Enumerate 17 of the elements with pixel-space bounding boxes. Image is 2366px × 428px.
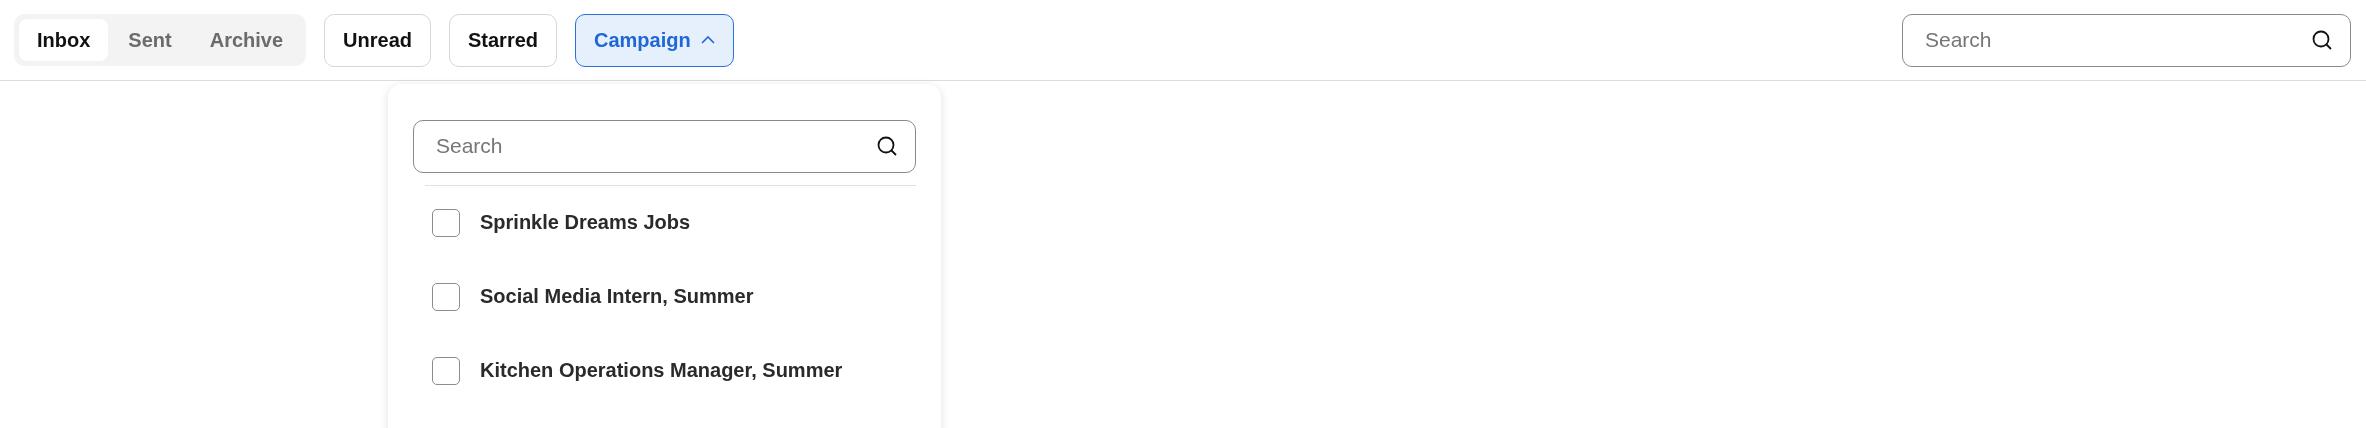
search-field[interactable]: Search [1902, 13, 2351, 67]
option-label[interactable]: Sprinkle Dreams Jobs [480, 211, 691, 234]
chevron-icon [700, 36, 715, 44]
filter-button[interactable]: Unread [324, 13, 431, 67]
search-icon [876, 134, 898, 157]
dropdown-button[interactable]: Campaign [575, 13, 734, 67]
view-tab[interactable]: Sent [110, 19, 190, 61]
checkbox[interactable] [432, 356, 460, 385]
search-field[interactable]: Search [413, 119, 916, 173]
view-tab[interactable]: Archive [191, 19, 302, 61]
filter-button[interactable]: Starred [448, 13, 557, 67]
search-icon [2311, 28, 2333, 51]
option-label[interactable]: Social Media Intern, Summer [480, 285, 754, 308]
view-tab[interactable]: Inbox [19, 19, 109, 61]
checkbox[interactable] [432, 282, 460, 311]
checkbox[interactable] [432, 208, 460, 237]
option-label[interactable]: Kitchen Operations Manager, Summer [480, 359, 843, 382]
